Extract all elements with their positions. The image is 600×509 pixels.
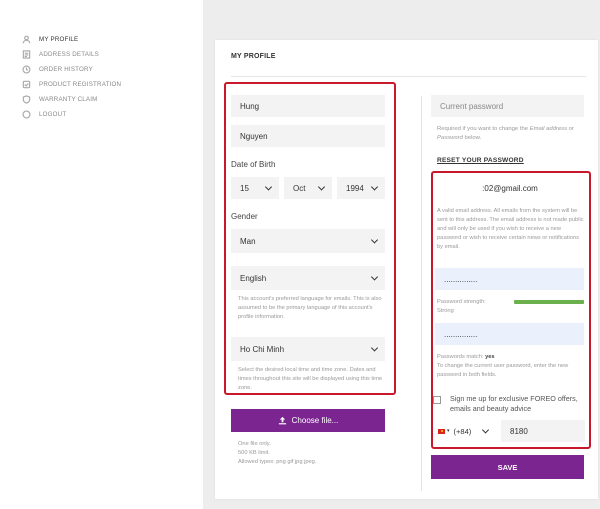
user-icon	[20, 34, 32, 46]
file-help-2: 500 KB limit.	[238, 450, 270, 456]
sidebar-nav: MY PROFILE ADDRESS DETAILS ORDER HISTORY…	[20, 32, 121, 122]
choose-file-label: Choose file...	[291, 416, 339, 425]
left-highlight-box	[224, 82, 396, 395]
sidebar-item-product-registration[interactable]: PRODUCT REGISTRATION	[20, 77, 121, 92]
title-divider	[231, 76, 586, 77]
sidebar-item-label: LOGOUT	[39, 111, 67, 118]
sidebar-item-label: PRODUCT REGISTRATION	[39, 81, 122, 88]
save-label: SAVE	[497, 462, 518, 472]
sidebar-item-label: WARRANTY CLAIM	[39, 96, 98, 103]
history-icon	[20, 64, 32, 76]
current-password-help: Required if you want to change the Email…	[437, 126, 574, 141]
upload-icon	[278, 416, 287, 425]
sidebar-item-order-history[interactable]: ORDER HISTORY	[20, 62, 121, 77]
logout-icon	[20, 109, 32, 121]
registration-icon	[20, 79, 32, 91]
choose-file-button[interactable]: Choose file...	[231, 409, 385, 432]
sidebar: MY PROFILE ADDRESS DETAILS ORDER HISTORY…	[0, 0, 203, 509]
sidebar-item-label: MY PROFILE	[39, 36, 79, 43]
file-help-1: One file only.	[238, 441, 271, 447]
sidebar-item-label: ADDRESS DETAILS	[39, 51, 99, 58]
profile-card: MY PROFILE Hung Nguyen Date of Birth 15 …	[215, 40, 598, 499]
save-button[interactable]: SAVE	[431, 455, 584, 479]
right-highlight-box	[431, 171, 591, 449]
address-icon	[20, 49, 32, 61]
sidebar-item-logout[interactable]: LOGOUT	[20, 107, 121, 122]
file-help-3: Allowed types: png gif jpg jpeg.	[238, 459, 317, 465]
sidebar-item-my-profile[interactable]: MY PROFILE	[20, 32, 121, 47]
warranty-icon	[20, 94, 32, 106]
sidebar-item-warranty-claim[interactable]: WARRANTY CLAIM	[20, 92, 121, 107]
sidebar-item-address-details[interactable]: ADDRESS DETAILS	[20, 47, 121, 62]
main-area: MY PROFILE Hung Nguyen Date of Birth 15 …	[203, 0, 600, 509]
page-title: MY PROFILE	[231, 53, 276, 60]
current-password-input[interactable]: Current password	[431, 95, 584, 117]
current-password-placeholder: Current password	[440, 101, 504, 111]
reset-password-link[interactable]: RESET YOUR PASSWORD	[437, 157, 524, 164]
sidebar-item-label: ORDER HISTORY	[39, 66, 93, 73]
column-divider	[421, 96, 422, 491]
